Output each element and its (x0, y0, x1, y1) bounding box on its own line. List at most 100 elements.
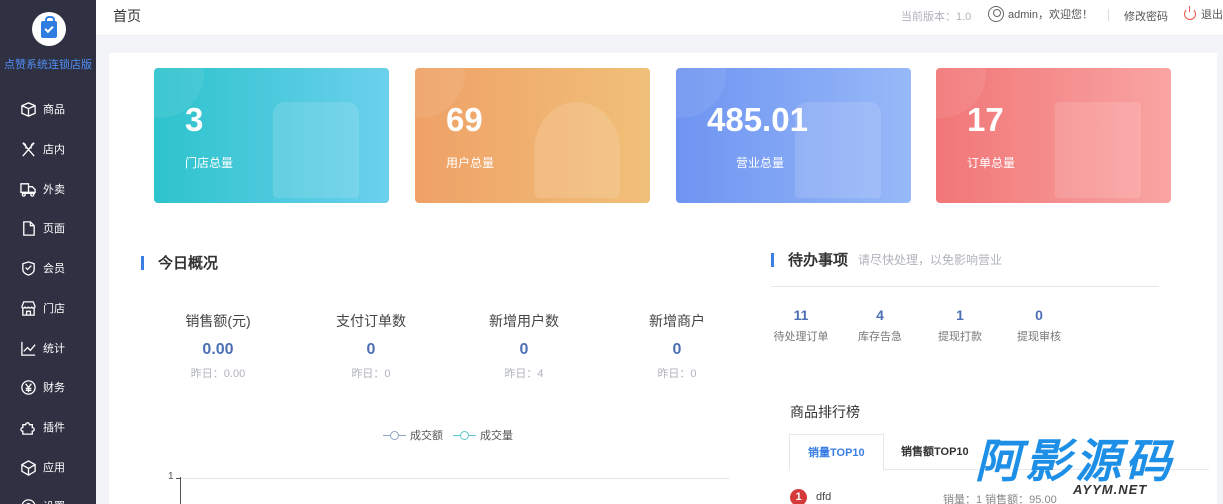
stat-value: 17 (967, 101, 1004, 138)
today-stat-yesterday: 昨日：0 (351, 368, 391, 380)
sidebar-item-members[interactable]: 会员 (0, 248, 96, 288)
todo-label: 提现打款 (938, 331, 982, 343)
y-axis-line (180, 477, 181, 504)
ranking-title: 商品排行榜 (790, 404, 860, 420)
today-title-text: 今日概况 (158, 255, 219, 272)
today-stat-value: 0 (519, 341, 529, 358)
today-stat-new-users: 新增用户数 0 昨日：4 (464, 311, 584, 381)
today-section-title: 今日概况 (141, 252, 218, 273)
legend-marker-volume[interactable] (453, 430, 476, 440)
sidebar-item-goods[interactable]: 商品 (0, 89, 96, 129)
change-password-link[interactable]: 修改密码 (1124, 8, 1168, 24)
version-text: 当前版本：1.0 (901, 11, 972, 23)
logout-label: 退出 (1201, 9, 1223, 21)
settings-icon (19, 497, 37, 504)
todo-value: 1 (956, 307, 964, 323)
todo-item-withdraw-pay[interactable]: 1 提现打款 (925, 307, 995, 344)
sidebar-item-takeout[interactable]: 外卖 (0, 169, 96, 209)
sidebar-item-dine-in[interactable]: 店内 (0, 129, 96, 169)
today-stat-orders: 支付订单数 0 昨日：0 (311, 311, 431, 381)
stat-card-stores[interactable]: 3 门店总量 (154, 68, 389, 203)
chart-gridline (181, 478, 729, 479)
todo-value: 4 (876, 307, 884, 323)
y-axis-tick-label: 1 (168, 471, 174, 482)
store-icon (19, 299, 37, 317)
todo-divider (771, 286, 1159, 287)
power-icon (1184, 6, 1196, 20)
today-stat-label: 销售额(元) (185, 313, 251, 329)
sidebar-item-label: 插件 (43, 422, 65, 434)
today-stat-value: 0.00 (202, 341, 234, 358)
sidebar-item-settings[interactable]: 设置 (0, 486, 96, 504)
box-icon (19, 100, 37, 118)
todo-subtitle: 请尽快处理，以免影响营业 (858, 253, 1003, 267)
sidebar-item-label: 门店 (43, 303, 65, 315)
todo-label: 待处理订单 (773, 331, 829, 343)
top-header: 首页 当前版本：1.0 admin，欢迎您！ 修改密码 退出 (96, 0, 1223, 36)
legend-marker-amount[interactable] (383, 430, 406, 440)
page-title: 首页 (113, 8, 141, 24)
today-stat-yesterday: 昨日：0.00 (190, 368, 246, 380)
today-stat-value: 0 (366, 341, 376, 358)
sidebar-item-finance[interactable]: 财务 (0, 367, 96, 407)
stat-value: 69 (446, 101, 483, 138)
sidebar-item-label: 会员 (43, 263, 65, 275)
plugin-icon (19, 418, 37, 436)
todo-item-low-stock[interactable]: 4 库存告急 (845, 307, 915, 344)
tab-sales-amount[interactable]: 销售额TOP10 (883, 434, 987, 470)
sidebar-item-stores[interactable]: 门店 (0, 288, 96, 328)
logo[interactable] (32, 12, 66, 46)
stat-card-orders[interactable]: 17 订单总量 (936, 68, 1171, 203)
welcome-text: admin，欢迎您！ (1008, 9, 1093, 21)
stat-value: 485.01 (707, 101, 808, 138)
delivery-icon (19, 180, 37, 198)
sidebar-item-stats[interactable]: 统计 (0, 328, 96, 368)
clipboard-illustration-icon (1055, 102, 1141, 198)
sidebar-item-label: 财务 (43, 382, 65, 394)
user-illustration-icon (534, 102, 620, 198)
sidebar-item-plugins[interactable]: 插件 (0, 407, 96, 447)
page-icon (19, 219, 37, 237)
sidebar: 点赞系统连锁店版 商品 店内 外卖 页面 会员 门店 统计 财务 插件 应用 (0, 0, 96, 504)
app-icon (19, 458, 37, 476)
logout-button[interactable]: 退出 (1184, 6, 1223, 22)
chart-icon (19, 339, 37, 357)
sidebar-item-pages[interactable]: 页面 (0, 208, 96, 248)
watermark-subtext: AYYM.NET (1073, 482, 1148, 497)
todo-label: 库存告急 (858, 331, 902, 343)
watermark-text: 阿影源码 (975, 435, 1175, 487)
stat-value: 3 (185, 101, 204, 138)
stat-label: 门店总量 (185, 156, 234, 170)
todo-label: 提现审核 (1017, 331, 1061, 343)
finance-icon (19, 378, 37, 396)
user-info[interactable]: admin，欢迎您！ (988, 6, 1093, 22)
tab-sales-volume[interactable]: 销量TOP10 (789, 434, 884, 471)
today-stat-label: 支付订单数 (336, 313, 406, 329)
today-stat-yesterday: 昨日：4 (504, 368, 544, 380)
sidebar-item-label: 页面 (43, 223, 65, 235)
store-illustration-icon (273, 102, 359, 198)
todo-section-title: 待办事项 请尽快处理，以免影响营业 (771, 249, 1002, 270)
todo-title-text: 待办事项 (788, 252, 849, 269)
shopping-bag-icon (41, 15, 57, 38)
sidebar-item-apps[interactable]: 应用 (0, 447, 96, 487)
title-accent (141, 255, 144, 270)
sidebar-item-label: 商品 (43, 104, 65, 116)
header-divider (1108, 9, 1109, 21)
sidebar-item-label: 店内 (43, 144, 65, 156)
user-icon (988, 6, 1004, 22)
stat-card-revenue[interactable]: 485.01 营业总量 (676, 68, 911, 203)
shop-name: 点赞系统连锁店版 (4, 59, 92, 71)
member-icon (19, 259, 37, 277)
stat-card-users[interactable]: 69 用户总量 (415, 68, 650, 203)
today-stat-label: 新增用户数 (489, 313, 559, 329)
chart-legend: 成交额 成交量 (383, 427, 513, 443)
watermark: 阿影源码 AYYM.NET (975, 436, 1190, 498)
todo-item-pending-orders[interactable]: 11 待处理订单 (766, 307, 836, 344)
rank-badge: 1 (790, 489, 807, 504)
today-stat-value: 0 (672, 341, 682, 358)
todo-value: 0 (1035, 307, 1043, 323)
stat-label: 营业总量 (736, 156, 785, 170)
sidebar-item-label: 应用 (43, 462, 65, 474)
todo-item-withdraw-review[interactable]: 0 提现审核 (1004, 307, 1074, 344)
